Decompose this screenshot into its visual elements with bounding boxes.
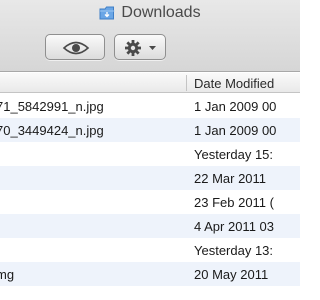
file-date: 4 Apr 2011 03 — [194, 219, 274, 234]
action-menu-button[interactable] — [114, 34, 166, 60]
file-name: 70_3449424_n.jpg — [0, 123, 104, 138]
file-date: 1 Jan 2009 00 — [194, 99, 277, 114]
window-toolbar: Downloads — [0, 0, 300, 72]
file-date: 1 Jan 2009 00 — [194, 123, 277, 138]
file-list: 71_5842991_n.jpg 1 Jan 2009 00 70_344942… — [0, 94, 300, 286]
file-date: Yesterday 13: — [194, 243, 274, 258]
file-row[interactable]: mg 20 May 2011 — [0, 262, 300, 286]
folder-icon — [99, 6, 115, 20]
file-row[interactable]: Yesterday 13: — [0, 238, 300, 262]
file-row[interactable]: 71_5842991_n.jpg 1 Jan 2009 00 — [0, 94, 300, 118]
file-date: 23 Feb 2011 ( — [194, 195, 274, 210]
column-header: Date Modified — [0, 73, 300, 93]
file-row[interactable]: 70_3449424_n.jpg 1 Jan 2009 00 — [0, 118, 300, 142]
quick-look-button[interactable] — [45, 34, 105, 60]
file-date: 22 Mar 2011 — [194, 171, 267, 186]
file-date: 20 May 2011 — [194, 267, 269, 282]
column-divider[interactable] — [186, 75, 187, 91]
window-title: Downloads — [121, 4, 201, 21]
chevron-down-icon — [149, 46, 156, 50]
file-row[interactable]: 22 Mar 2011 — [0, 166, 300, 190]
file-name: 71_5842991_n.jpg — [0, 99, 104, 114]
file-row[interactable]: Yesterday 15: — [0, 142, 300, 166]
file-row[interactable]: 23 Feb 2011 ( — [0, 190, 300, 214]
file-date: Yesterday 15: — [194, 147, 274, 162]
file-row[interactable]: 4 Apr 2011 03 — [0, 214, 300, 238]
file-name: mg — [0, 267, 15, 282]
window-title-bar: Downloads — [0, 4, 300, 24]
column-header-date-modified[interactable]: Date Modified — [194, 76, 274, 91]
gear-icon — [125, 40, 156, 56]
eye-icon — [62, 41, 90, 55]
